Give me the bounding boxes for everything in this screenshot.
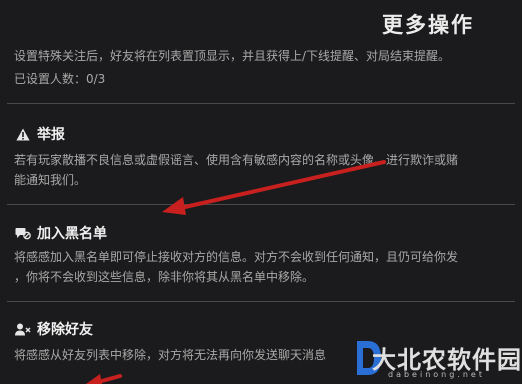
blacklist-label: 加入黑名单 <box>37 226 107 242</box>
block-chat-icon <box>15 226 31 240</box>
divider <box>7 103 515 104</box>
special-follow-count: 已设置人数：0/3 <box>14 72 106 86</box>
remove-friend-label: 移除好友 <box>37 322 93 338</box>
report-button[interactable]: 举报 <box>15 124 65 144</box>
page-title: 更多操作 <box>382 13 474 37</box>
watermark-subtext: dabeinong.net <box>388 370 485 379</box>
more-actions-panel: 更多操作 设置特殊关注后，好友将在列表置顶显示，并且获得上/下线提醒、对局结束提… <box>0 0 522 384</box>
blacklist-description-line2: ，你将不会收到这些信息，除非你将其从黑名单中移除。 <box>14 270 315 284</box>
report-label: 举报 <box>37 127 65 143</box>
add-to-blacklist-button[interactable]: 加入黑名单 <box>15 223 107 243</box>
report-description-line1: 若有玩家散播不良信息或虚假谣言、使用含有敏感内容的名称或头像、进行欺诈或赌 <box>14 153 459 167</box>
special-follow-description: 设置特殊关注后，好友将在列表置顶显示，并且获得上/下线提醒、对局结束提醒。 <box>14 49 451 63</box>
divider <box>7 301 515 302</box>
remove-user-icon <box>15 322 31 336</box>
warning-icon <box>15 127 31 141</box>
divider <box>7 204 515 205</box>
remove-friend-description: 将感感从好友列表中移除，对方将无法再向你发送聊天消息 <box>14 348 327 362</box>
blacklist-description-line1: 将感感加入黑名单即可停止接收对方的信息。对方不会收到任何通知，且仍可给你发 <box>14 250 459 264</box>
remove-friend-button[interactable]: 移除好友 <box>15 319 93 339</box>
report-description-line2: 能通知我们。 <box>14 173 87 187</box>
watermark: 大北农软件园 dabeinong.net <box>354 336 522 384</box>
